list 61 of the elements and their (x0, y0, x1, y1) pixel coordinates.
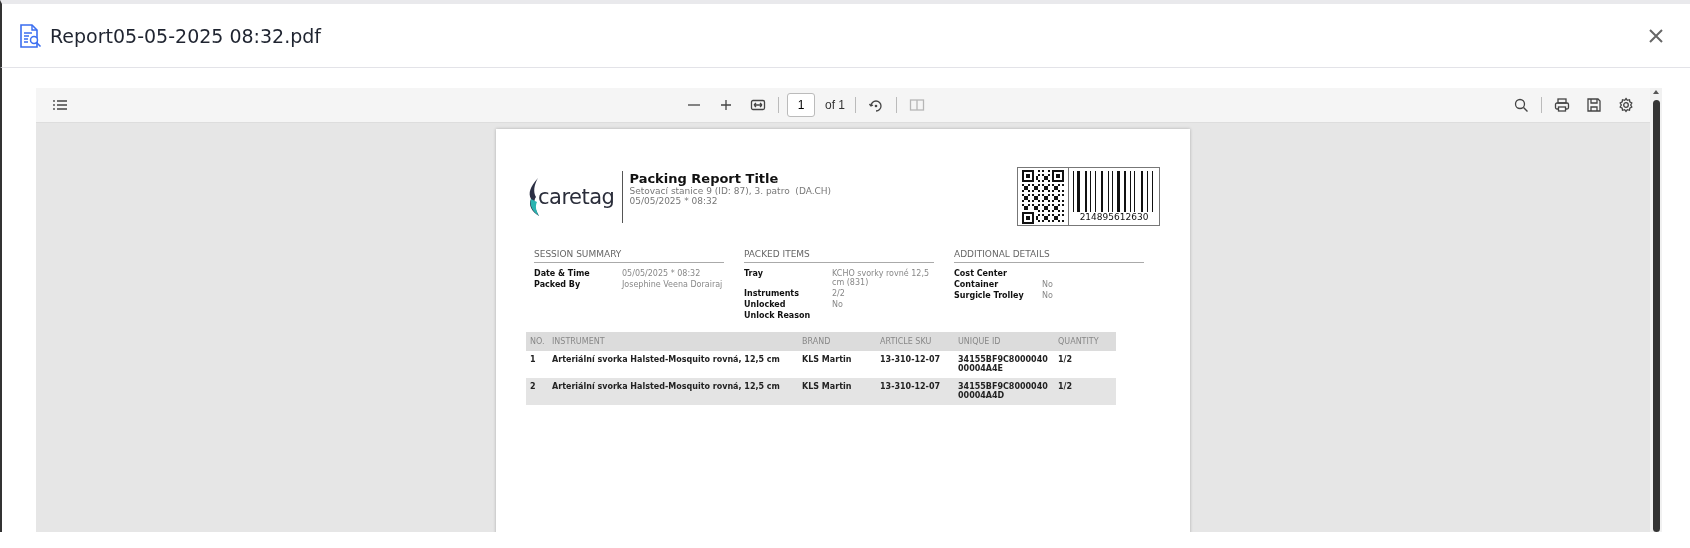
field-value: KCHO svorky rovné 12,5 cm (831) (832, 269, 931, 287)
table-cell: KLS Martin (798, 378, 876, 405)
column-header: INSTRUMENT (548, 332, 798, 351)
minus-icon (688, 104, 700, 106)
column-header: UNIQUE ID (954, 332, 1054, 351)
table-cell: 13-310-12-07 (876, 351, 954, 378)
report-datetime: 05/05/2025 * 08:32 (629, 196, 719, 206)
search-icon (1513, 97, 1529, 113)
location-text: Setovací stanice 9 (ID: 87), 3. patro (DA.CH) (629, 186, 832, 196)
scrollbar[interactable] (1650, 88, 1662, 532)
arrow-up-icon (1652, 88, 1660, 96)
field-value: No (832, 300, 844, 309)
table-cell: 34155BF9C800004000004A4E (954, 351, 1054, 378)
section-heading: PACKED ITEMS (744, 249, 934, 263)
column-header: ARTICLE SKU (876, 332, 954, 351)
field-value: Josephine Veena Dorairaj (622, 280, 724, 289)
field-value: 2/2 (832, 289, 846, 298)
scrollbar-thumb[interactable] (1652, 100, 1660, 532)
table-cell: Arteriální svorka Halsted-Mosquito rovná, 12,5 cm (548, 351, 798, 378)
table-cell: KLS Martin (798, 351, 876, 378)
print-icon (1554, 97, 1570, 113)
field-label: Unlocked (744, 300, 787, 309)
column-header: QUANTITY (1054, 332, 1116, 351)
field-label: Date & Time (534, 269, 591, 278)
plus-icon (718, 97, 734, 113)
settings-icon (1618, 97, 1634, 113)
field-value: 05/05/2025 * 08:32 (622, 269, 702, 278)
table-cell: 2 (526, 378, 548, 405)
logo-text: caretag (538, 185, 615, 209)
field-value: No (1042, 280, 1054, 289)
field-value: No (1042, 291, 1054, 300)
fit-width-icon (750, 97, 766, 113)
table-cell: 13-310-12-07 (876, 378, 954, 405)
table-cell: 1/2 (1054, 378, 1116, 405)
section-heading: ADDITIONAL DETAILS (954, 249, 1144, 263)
table-cell: 1/2 (1054, 351, 1116, 378)
table-cell: 34155BF9C800004000004A4D (954, 378, 1054, 405)
field-label: Tray (744, 269, 764, 280)
report-title: Packing Report Title (629, 171, 780, 186)
field-label: Cost Center (954, 269, 1008, 278)
field-label: Container (954, 280, 1000, 289)
field-label: Unlock Reason (744, 311, 812, 320)
table-cell: 1 (526, 351, 548, 378)
two-page-icon (909, 97, 925, 113)
document-search-icon (18, 22, 42, 49)
field-label: Surgicle Trolley (954, 291, 1025, 300)
barcode-number: 214895612630 (1079, 212, 1149, 222)
rotate-icon (868, 97, 884, 113)
table-cell: Arteriální svorka Halsted-Mosquito rovná, 12,5 cm (548, 378, 798, 405)
column-header: NO. (526, 332, 548, 351)
page-number-field[interactable]: 1 (787, 93, 815, 117)
dialog-title: Report05-05-2025 08:32.pdf (50, 24, 323, 47)
list-icon (52, 97, 68, 113)
close-icon (1648, 27, 1664, 44)
field-label: Packed By (534, 280, 582, 289)
page-count: of 1 (825, 98, 845, 112)
section-heading: SESSION SUMMARY (534, 249, 724, 263)
save-icon (1586, 97, 1602, 113)
field-label: Instruments (744, 289, 800, 298)
column-header: BRAND (798, 332, 876, 351)
qr-code (1022, 170, 1064, 224)
